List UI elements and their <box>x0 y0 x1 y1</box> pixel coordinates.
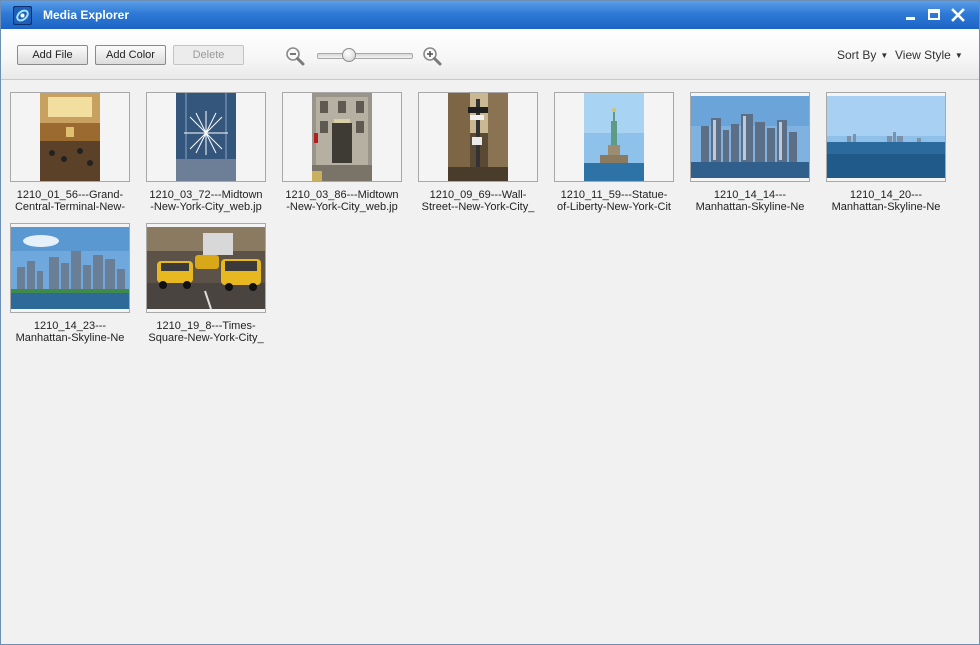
zoom-slider-thumb[interactable] <box>342 48 356 62</box>
sort-by-dropdown[interactable]: Sort By ▼ <box>837 48 888 62</box>
zoom-slider-track[interactable] <box>317 53 413 59</box>
media-tile[interactable]: 1210_14_23--- Manhattan-Skyline-Ne <box>10 223 140 349</box>
wall-street-thumbnail <box>448 93 508 181</box>
thumbnail-frame <box>146 223 266 313</box>
file-name: 1210_03_72---Midtown -New-York-City_web.… <box>149 189 263 213</box>
sort-by-label: Sort By <box>837 48 877 62</box>
add-color-button[interactable]: Add Color <box>95 45 166 65</box>
media-tile[interactable]: 1210_14_20--- Manhattan-Skyline-Ne <box>826 92 956 218</box>
zoom-in-icon[interactable] <box>421 46 443 66</box>
zoom-out-icon[interactable] <box>284 46 306 66</box>
close-icon[interactable] <box>950 7 966 23</box>
media-grid: 1210_01_56---Grand- Central-Terminal-New… <box>1 80 979 644</box>
media-tile[interactable]: 1210_19_8---Times- Square-New-York-City_ <box>146 223 276 349</box>
times-square-thumbnail <box>147 227 265 309</box>
manhattan-skyline-thumbnail <box>11 227 129 309</box>
file-name: 1210_09_69---Wall- Street--New-York-City… <box>421 189 535 213</box>
media-tile[interactable]: 1210_01_56---Grand- Central-Terminal-New… <box>10 92 140 218</box>
file-name: 1210_14_14--- Manhattan-Skyline-Ne <box>695 189 805 213</box>
caret-down-icon: ▼ <box>954 51 963 60</box>
thumbnail-frame <box>554 92 674 182</box>
midtown-sculpture-thumbnail <box>176 93 236 181</box>
media-tile[interactable]: 1210_03_86---Midtown -New-York-City_web.… <box>282 92 412 218</box>
caret-down-icon: ▼ <box>880 51 889 60</box>
statue-of-liberty-thumbnail <box>584 93 644 181</box>
view-style-label: View Style <box>895 48 951 62</box>
add-file-button[interactable]: Add File <box>17 45 88 65</box>
media-tile[interactable]: 1210_14_14--- Manhattan-Skyline-Ne <box>690 92 820 218</box>
window-title: Media Explorer <box>43 8 130 22</box>
thumbnail-frame <box>690 92 810 182</box>
manhattan-skyline-thumbnail <box>827 96 945 178</box>
media-explorer-app-icon <box>13 6 32 25</box>
title-bar[interactable]: Media Explorer <box>1 1 979 29</box>
minimize-icon[interactable] <box>903 7 919 23</box>
toolbar: Add File Add Color Delete Sort By ▼ View … <box>1 29 979 80</box>
thumbnail-frame <box>146 92 266 182</box>
file-name: 1210_11_59---Statue- of-Liberty-New-York… <box>557 189 671 213</box>
grand-central-thumbnail <box>40 93 100 181</box>
media-tile[interactable]: 1210_09_69---Wall- Street--New-York-City… <box>418 92 548 218</box>
media-tile[interactable]: 1210_03_72---Midtown -New-York-City_web.… <box>146 92 276 218</box>
file-name: 1210_14_20--- Manhattan-Skyline-Ne <box>831 189 941 213</box>
file-name: 1210_19_8---Times- Square-New-York-City_ <box>148 320 264 344</box>
file-name: 1210_03_86---Midtown -New-York-City_web.… <box>285 189 399 213</box>
file-name: 1210_14_23--- Manhattan-Skyline-Ne <box>15 320 125 344</box>
midtown-building-thumbnail <box>312 93 372 181</box>
manhattan-skyline-thumbnail <box>691 96 809 178</box>
file-name: 1210_01_56---Grand- Central-Terminal-New… <box>14 189 126 213</box>
delete-button[interactable]: Delete <box>173 45 244 65</box>
maximize-icon[interactable] <box>926 7 942 23</box>
thumbnail-frame <box>826 92 946 182</box>
view-style-dropdown[interactable]: View Style ▼ <box>895 48 963 62</box>
media-explorer-window: Media Explorer Add File Add Color Delete <box>0 0 980 645</box>
thumbnail-frame <box>10 223 130 313</box>
media-tile[interactable]: 1210_11_59---Statue- of-Liberty-New-York… <box>554 92 684 218</box>
thumbnail-frame <box>418 92 538 182</box>
thumbnail-frame <box>10 92 130 182</box>
thumbnail-frame <box>282 92 402 182</box>
